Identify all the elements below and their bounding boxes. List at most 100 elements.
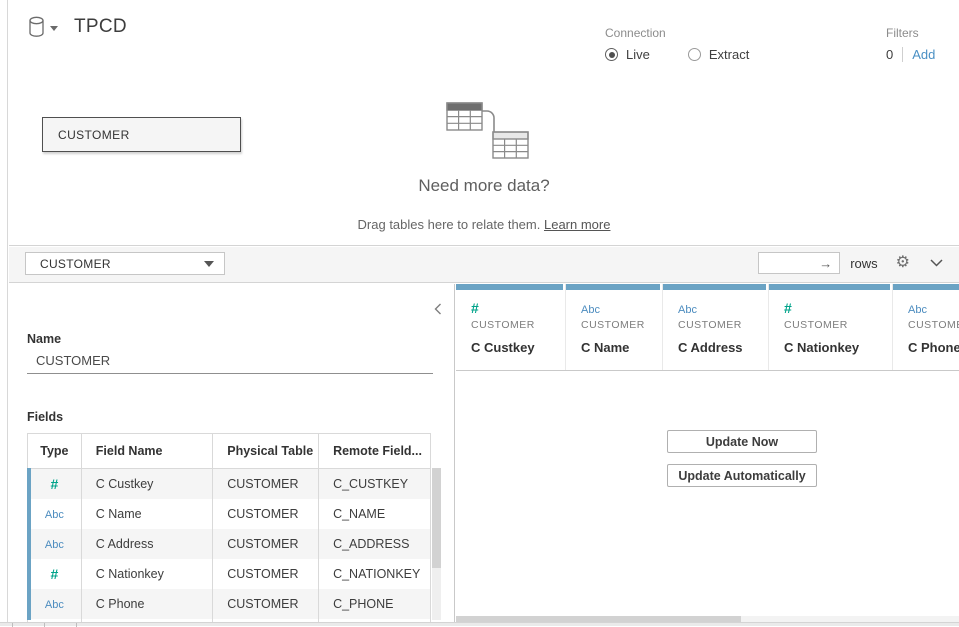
database-icon[interactable]: [28, 16, 58, 38]
grid-column-c-custkey[interactable]: # CUSTOMER C Custkey: [456, 284, 566, 370]
field-name-cell: C Address: [81, 529, 212, 559]
scrollbar-thumb[interactable]: [432, 468, 441, 568]
filters-divider: [902, 47, 903, 62]
remote-field-cell: C_PHONE: [319, 589, 431, 619]
string-type-icon: Abc: [45, 539, 64, 551]
grid-column-c-address[interactable]: Abc CUSTOMER C Address: [663, 284, 769, 370]
column-header-remote-field[interactable]: Remote Field...: [319, 434, 431, 469]
table-selector-value: CUSTOMER: [40, 257, 111, 271]
update-now-button[interactable]: Update Now: [667, 430, 817, 453]
number-type-icon: #: [784, 300, 792, 316]
connection-extract-radio[interactable]: Extract: [688, 47, 749, 62]
filters-label: Filters: [886, 26, 935, 40]
dropdown-caret-icon: [204, 261, 214, 267]
rows-unit-label: rows: [850, 256, 877, 271]
rows-go-arrow-icon[interactable]: →: [819, 257, 832, 270]
physical-table-cell: CUSTOMER: [213, 559, 319, 589]
rows-count-input[interactable]: [769, 256, 819, 270]
column-header-physical-table[interactable]: Physical Table: [213, 434, 319, 469]
column-table-label: CUSTOMER: [678, 319, 768, 331]
gear-icon[interactable]: ⚙: [896, 255, 910, 271]
grid-toolbar: CUSTOMER → rows ⚙: [9, 247, 959, 283]
fields-table-header-row: Type Field Name Physical Table Remote Fi…: [28, 434, 431, 469]
field-name-cell: C Name: [81, 499, 212, 529]
field-row-c-phone[interactable]: Abc C Phone CUSTOMER C_PHONE: [28, 589, 431, 619]
column-table-label: CUSTOMER: [908, 319, 959, 331]
remote-field-cell: C_NATIONKEY: [319, 559, 431, 589]
collapsed-connections-pane[interactable]: [0, 0, 8, 626]
collapse-panel-icon[interactable]: [434, 302, 442, 320]
fields-label: Fields: [27, 410, 63, 424]
string-type-icon: Abc: [45, 509, 64, 521]
empty-state-hint: Drag tables here to relate them. Learn m…: [9, 217, 959, 232]
database-menu-caret-icon: [50, 26, 58, 31]
field-row-c-address[interactable]: Abc C Address CUSTOMER C_ADDRESS: [28, 529, 431, 559]
filters-add-link[interactable]: Add: [912, 47, 935, 62]
remote-field-cell: C_CUSTKEY: [319, 469, 431, 499]
name-label: Name: [27, 332, 61, 346]
table-pill-label: CUSTOMER: [58, 128, 130, 142]
string-type-icon: Abc: [45, 599, 64, 611]
rows-input-box: →: [758, 252, 840, 274]
remote-field-cell: C_ADDRESS: [319, 529, 431, 559]
bottom-strip-tick: [44, 623, 45, 627]
physical-table-cell: CUSTOMER: [213, 469, 319, 499]
radio-label-live: Live: [626, 47, 650, 62]
physical-table-cell: CUSTOMER: [213, 589, 319, 619]
filters-group: Filters 0 Add: [886, 26, 935, 62]
bottom-strip-tick: [76, 623, 77, 627]
column-field-label: C Phone: [908, 340, 959, 355]
field-row-c-nationkey[interactable]: # C Nationkey CUSTOMER C_NATIONKEY: [28, 559, 431, 589]
chevron-down-icon[interactable]: [930, 259, 943, 267]
field-name-cell: C Custkey: [81, 469, 212, 499]
number-type-icon: #: [50, 476, 58, 492]
filters-count: 0: [886, 47, 893, 62]
column-field-label: C Name: [581, 340, 662, 355]
drag-tables-illustration-icon: [438, 100, 530, 169]
data-preview-grid: # CUSTOMER C Custkey Abc CUSTOMER C Name…: [456, 284, 959, 626]
learn-more-link[interactable]: Learn more: [544, 217, 610, 232]
bottom-edge-strip: [0, 622, 959, 626]
radio-label-extract: Extract: [709, 47, 749, 62]
grid-column-c-name[interactable]: Abc CUSTOMER C Name: [566, 284, 663, 370]
string-type-icon: Abc: [581, 304, 600, 316]
connection-label: Connection: [605, 26, 749, 40]
column-table-label: CUSTOMER: [471, 319, 565, 331]
field-name-cell: C Nationkey: [81, 559, 212, 589]
grid-column-c-nationkey[interactable]: # CUSTOMER C Nationkey: [769, 284, 893, 370]
column-field-label: C Address: [678, 340, 768, 355]
radio-unselected-icon: [688, 48, 701, 61]
row-selection-bar: [27, 468, 31, 620]
column-header-type[interactable]: Type: [28, 434, 82, 469]
logical-table-customer[interactable]: CUSTOMER: [42, 117, 241, 152]
table-details-panel: Name Fields Type Field Name Physical Tab…: [9, 284, 455, 626]
relationship-canvas: TPCD Connection Live Extract Filters 0 A…: [9, 0, 959, 246]
update-buttons-group: Update Now Update Automatically: [667, 430, 817, 487]
column-table-label: CUSTOMER: [784, 319, 892, 331]
preview-grid-header: # CUSTOMER C Custkey Abc CUSTOMER C Name…: [456, 284, 959, 371]
string-type-icon: Abc: [678, 304, 697, 316]
remote-field-cell: C_NAME: [319, 499, 431, 529]
table-selector-dropdown[interactable]: CUSTOMER: [25, 252, 225, 275]
field-row-c-custkey[interactable]: # C Custkey CUSTOMER C_CUSTKEY: [28, 469, 431, 499]
physical-table-cell: CUSTOMER: [213, 529, 319, 559]
number-type-icon: #: [50, 566, 58, 582]
column-header-field-name[interactable]: Field Name: [81, 434, 212, 469]
radio-selected-icon: [605, 48, 618, 61]
table-name-input[interactable]: [27, 348, 433, 374]
update-automatically-button[interactable]: Update Automatically: [667, 464, 817, 487]
connection-live-radio[interactable]: Live: [605, 47, 650, 62]
physical-table-cell: CUSTOMER: [213, 499, 319, 529]
rows-controls: → rows ⚙: [758, 252, 943, 274]
empty-state-title: Need more data?: [9, 176, 959, 196]
string-type-icon: Abc: [908, 304, 927, 316]
grid-column-c-phone[interactable]: Abc CUSTOMER C Phone: [893, 284, 959, 370]
field-row-c-name[interactable]: Abc C Name CUSTOMER C_NAME: [28, 499, 431, 529]
metadata-and-preview: Name Fields Type Field Name Physical Tab…: [9, 284, 959, 626]
column-field-label: C Nationkey: [784, 340, 892, 355]
fields-table: Type Field Name Physical Table Remote Fi…: [27, 433, 431, 626]
bottom-strip-tick: [12, 623, 13, 627]
number-type-icon: #: [471, 300, 479, 316]
field-name-cell: C Phone: [81, 589, 212, 619]
fields-vertical-scrollbar[interactable]: [432, 468, 441, 620]
